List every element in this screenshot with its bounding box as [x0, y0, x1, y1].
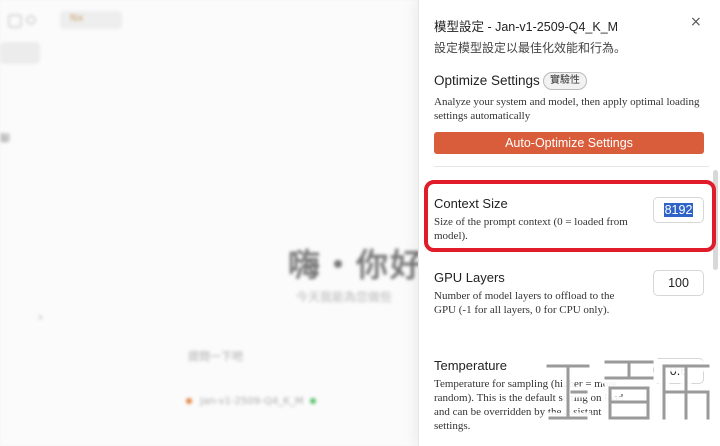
gpu-layers-description: Number of model layers to offload to the… — [434, 290, 615, 316]
optimize-settings-title: Optimize Settings — [434, 73, 540, 88]
divider — [434, 166, 709, 167]
optimize-settings-description: Analyze your system and model, then appl… — [434, 96, 700, 122]
context-size-title: Context Size — [434, 196, 508, 211]
model-settings-panel: 模型設定 - Jan-v1-2509-Q4_K_M × 設定模型設定以最佳化效能… — [418, 0, 720, 446]
selected-model-indicator: Jan-v1-2509-Q4_K_M — [186, 396, 316, 407]
setting-gpu-layers: GPU Layers Number of model layers to off… — [434, 270, 634, 317]
setting-context-size: Context Size Size of the prompt context … — [434, 196, 634, 243]
sidebar-toggle-icon — [8, 14, 22, 28]
context-size-value: 8192 — [663, 203, 694, 217]
experimental-badge: 實驗性 — [543, 72, 587, 90]
panel-scrollbar[interactable] — [713, 170, 718, 270]
panel-subtitle: 設定模型設定以最佳化效能和行為。 — [434, 41, 627, 55]
context-size-description: Size of the prompt context (0 = loaded f… — [434, 216, 628, 242]
search-icon — [26, 15, 36, 25]
panel-title: 模型設定 - Jan-v1-2509-Q4_K_M — [434, 20, 619, 34]
context-size-input[interactable]: 8192 — [653, 197, 704, 223]
chat-input-placeholder: 提問一下吧 — [188, 350, 243, 363]
temperature-description: Temperature for sampling (higher = more … — [434, 378, 624, 432]
welcome-heading: 嗨・你好 — [288, 246, 425, 284]
gpu-layers-input[interactable]: 100 — [653, 270, 704, 296]
close-icon[interactable]: × — [690, 14, 702, 30]
welcome-subtitle: 今天我能為您做些 — [296, 290, 393, 304]
model-dot-icon — [186, 398, 192, 404]
sidebar-label: 聊 — [0, 134, 10, 145]
auto-optimize-button[interactable]: Auto-Optimize Settings — [434, 132, 704, 154]
gpu-layers-title: GPU Layers — [434, 270, 505, 285]
status-dot-icon — [309, 398, 316, 404]
chevron-right-icon: › — [38, 310, 43, 324]
model-chip-label: Nx — [70, 13, 84, 24]
selected-model-name: Jan-v1-2509-Q4_K_M — [200, 396, 304, 407]
temperature-input[interactable]: 0.6 — [653, 358, 704, 384]
sidebar-search-input — [0, 42, 40, 64]
setting-temperature: Temperature Temperature for sampling (hi… — [434, 358, 634, 433]
temperature-title: Temperature — [434, 358, 507, 373]
